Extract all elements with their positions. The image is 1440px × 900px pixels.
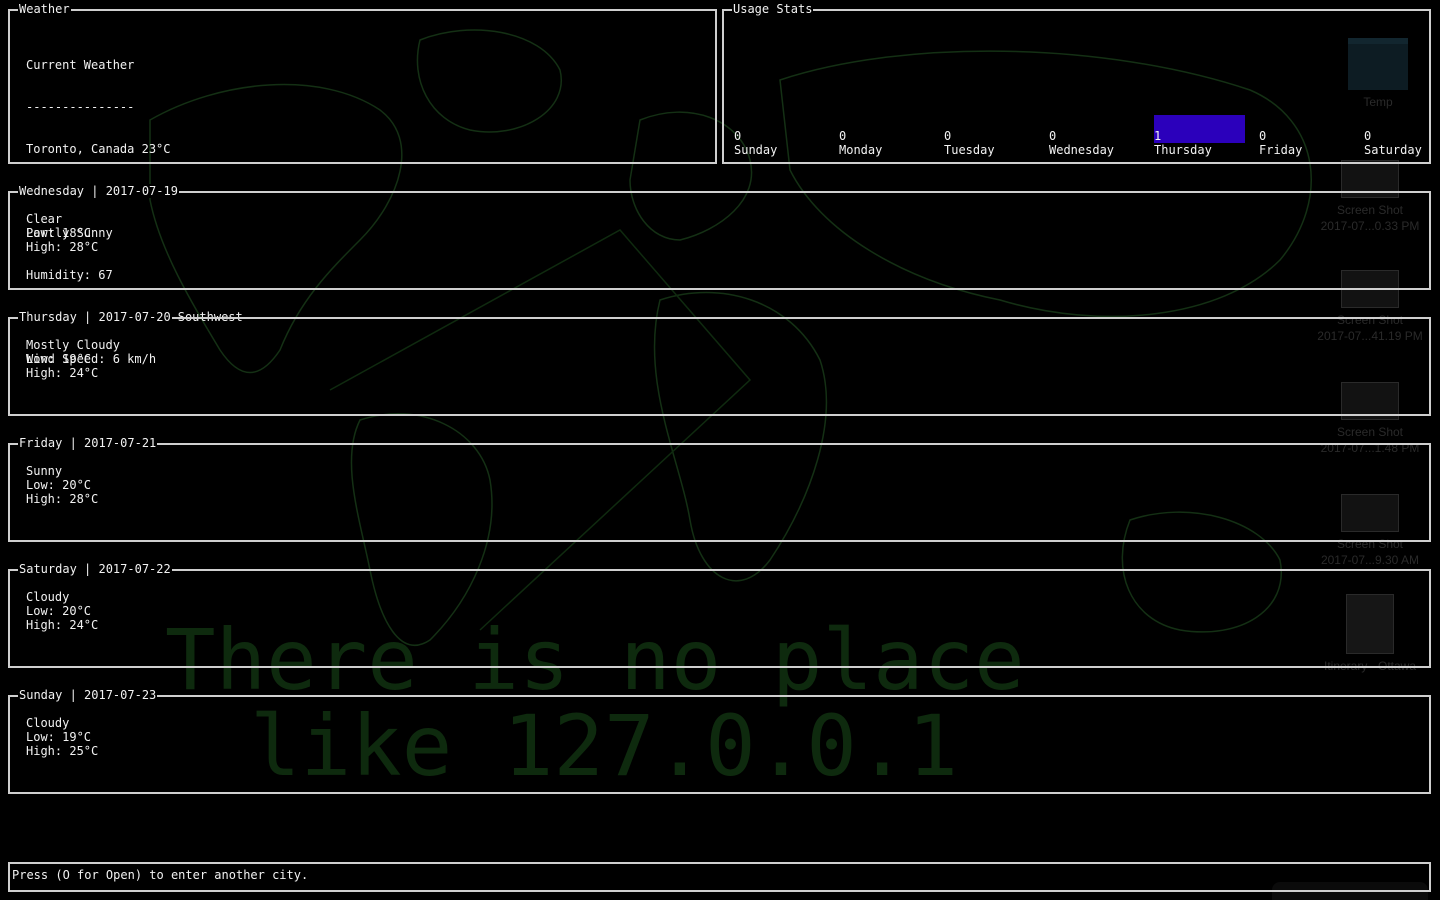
usage-day-column: 0 Wednesday [1049,129,1114,157]
usage-day-label: Tuesday [944,143,995,157]
usage-day-label: Friday [1259,143,1303,157]
forecast-low: Low: 18°C [26,226,92,240]
forecast-low: Low: 20°C [26,478,92,492]
forecast-condition: Cloudy [26,590,70,604]
forecast-day-panel: Thursday | 2017-07-20 Mostly Cloudy Low: 1… [8,310,1431,416]
forecast-high: High: 28°C [26,240,99,254]
forecast-day-title: Wednesday | 2017-07-19 [18,184,179,198]
weather-heading: Current Weather [26,58,135,72]
weather-heading-underline: --------------- [26,100,135,114]
usage-stats-panel: Usage Stats 0 Sunday 0 Monday 0 Tuesday 0 Wedne… [722,2,1431,164]
forecast-high: High: 24°C [26,366,99,380]
weather-location: Toronto, Canada 23°C [26,142,171,156]
forecast-day-body: Clear Low: 18°C High: 28°C [26,212,98,254]
usage-day-value: 1 [1154,129,1162,143]
weather-panel: Weather Current Weather --------------- … [8,2,717,366]
usage-day-value: 0 [944,129,952,143]
forecast-day-title: Friday | 2017-07-21 [18,436,158,450]
forecast-condition: Clear [26,212,63,226]
forecast-high: High: 28°C [26,492,99,506]
forecast-day-title: Saturday | 2017-07-22 [18,562,172,576]
usage-day-label: Saturday [1364,143,1422,157]
usage-day-value: 0 [734,129,742,143]
usage-day-column: 0 Monday [839,129,882,157]
forecast-condition: Mostly Cloudy [26,338,120,352]
forecast-day-title: Sunday | 2017-07-23 [18,688,158,702]
usage-day-column: 0 Saturday [1364,129,1422,157]
panel-title: Weather [18,2,71,16]
desktop-icon-sublabel: 2017-07...9.30 AM [1320,553,1420,567]
forecast-low: Low: 19°C [26,352,92,366]
forecast-day-panel: Saturday | 2017-07-22 Cloudy Low: 20°C High… [8,562,1431,668]
forecast-day-body: Sunny Low: 20°C High: 28°C [26,464,98,506]
usage-day-column: 0 Sunday [734,129,777,157]
forecast-condition: Sunny [26,464,63,478]
forecast-low: Low: 19°C [26,730,92,744]
forecast-low: Low: 20°C [26,604,92,618]
forecast-day-title: Thursday | 2017-07-20 [18,310,172,324]
forecast-condition: Cloudy [26,716,70,730]
usage-day-column: 0 Friday [1259,129,1302,157]
usage-bar-chart: 0 Sunday 0 Monday 0 Tuesday 0 Wednesday 1 Thursda… [724,11,1429,162]
usage-day-value: 0 [1259,129,1267,143]
forecast-high: High: 25°C [26,744,99,758]
command-prompt-text: Press (O for Open) to enter another city… [12,868,309,882]
desktop-icon-label: Screen Shot [1336,425,1404,439]
usage-day-value: 0 [839,129,847,143]
usage-day-label: Thursday [1154,143,1212,157]
usage-day-label: Wednesday [1049,143,1115,157]
usage-day-label: Sunday [734,143,778,157]
forecast-day-body: Mostly Cloudy Low: 19°C High: 24°C [26,338,120,380]
usage-day-column: 1 Thursday [1154,129,1212,157]
forecast-day-body: Cloudy Low: 19°C High: 25°C [26,716,98,758]
usage-day-value: 0 [1049,129,1057,143]
forecast-high: High: 24°C [26,618,99,632]
usage-day-value: 0 [1364,129,1372,143]
usage-day-column: 0 Tuesday [944,129,995,157]
command-prompt-bar[interactable]: Press (O for Open) to enter another city… [8,862,1431,892]
forecast-day-panel: Sunday | 2017-07-23 Cloudy Low: 19°C High: … [8,688,1431,794]
usage-day-label: Monday [839,143,883,157]
forecast-day-panel: Friday | 2017-07-21 Sunny Low: 20°C High: 2… [8,436,1431,542]
forecast-day-body: Cloudy Low: 20°C High: 24°C [26,590,98,632]
forecast-day-panel: Wednesday | 2017-07-19 Clear Low: 18°C High… [8,184,1431,290]
